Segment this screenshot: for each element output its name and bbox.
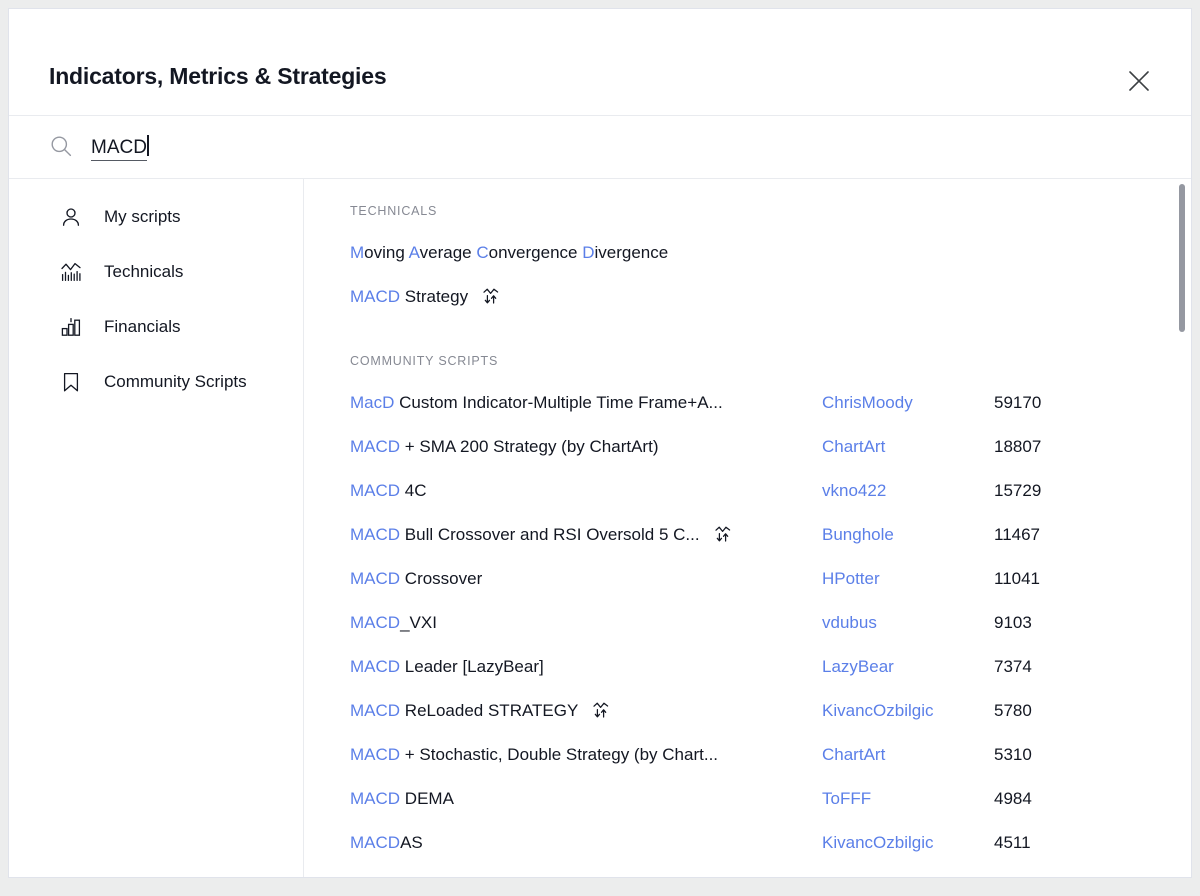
dialog-header: Indicators, Metrics & Strategies [9,9,1191,116]
text-caret [146,135,149,156]
scrollbar-thumb[interactable] [1179,184,1185,332]
list-item-author[interactable]: vdubus [822,613,877,633]
list-item[interactable]: MACD + Stochastic, Double Strategy (by C… [305,733,1191,777]
list-item-count: 5310 [994,745,1032,764]
sidebar-item-label: Technicals [104,262,184,281]
list-item-count: 7374 [994,657,1032,676]
list-item-author[interactable]: HPotter [822,569,880,589]
list-item-title: MACD Strategy [350,287,469,306]
list-item[interactable]: MACD 4C vkno422 15729 [305,469,1191,513]
sidebar-item-financials[interactable]: Financials [9,307,303,347]
list-item-count: 15729 [994,481,1042,500]
sidebar-item-my-scripts[interactable]: My scripts [9,197,303,237]
search-bar[interactable]: MACD [9,116,1191,179]
list-item-author[interactable]: KivancOzbilgic [822,833,934,853]
list-item-author[interactable]: ChrisMoody [822,393,913,413]
list-item[interactable]: Moving Average Convergence Divergence [305,231,1191,275]
list-item[interactable]: MACD ReLoaded STRATEGY KivancOzbilgic 5780 [305,689,1191,733]
list-item-author[interactable]: vkno422 [822,481,886,501]
strategy-icon [714,525,732,543]
list-item-title: MACD + Stochastic, Double Strategy (by C… [350,745,719,764]
list-item-count: 59170 [994,393,1042,412]
search-icon [50,135,72,157]
sidebar-item-label: Community Scripts [104,372,247,391]
list-item-author[interactable]: LazyBear [822,657,894,677]
strategy-icon [482,287,500,305]
list-item[interactable]: MacD Custom Indicator-Multiple Time Fram… [305,381,1191,425]
list-item[interactable]: MACD Strategy [305,275,1191,319]
sidebar-item-label: My scripts [104,207,181,226]
list-item-author[interactable]: ChartArt [822,745,885,765]
list-item-count: 4511 [994,833,1031,852]
list-item-title: Moving Average Convergence Divergence [350,243,669,262]
list-item-title: MACDAS [350,833,423,852]
page-title: Indicators, Metrics & Strategies [49,63,387,89]
bookmark-icon [59,370,83,394]
list-item-title: MACD ReLoaded STRATEGY [350,701,579,720]
list-item-title: MACD Leader [LazyBear] [350,657,544,676]
section-header: TECHNICALS [350,204,438,218]
sidebar-item-technicals[interactable]: Technicals [9,252,303,292]
strategy-icon [592,701,610,719]
list-item[interactable]: MACD DEMA ToFFF 4984 [305,777,1191,821]
list-item-title: MACD_VXI [350,613,437,632]
dialog-body: My scripts Technicals Financials Communi… [9,179,1191,878]
dialog-footer-divider [9,877,1191,878]
technicals-chart-icon [59,260,83,284]
close-icon[interactable] [1119,61,1159,101]
sidebar-item-community-scripts[interactable]: Community Scripts [9,362,303,402]
search-input[interactable]: MACD [91,132,149,161]
list-item-count: 18807 [994,437,1042,456]
list-item[interactable]: MACD + SMA 200 Strategy (by ChartArt) Cha… [305,425,1191,469]
list-item-count: 11467 [994,525,1041,544]
list-item-count: 11041 [994,569,1041,588]
list-item[interactable]: MACD_VXI vdubus 9103 [305,601,1191,645]
list-item-title: MACD Crossover [350,569,483,588]
sidebar-item-label: Financials [104,317,181,336]
scrollbar[interactable] [1179,181,1185,876]
list-item[interactable]: MACDAS KivancOzbilgic 4511 [305,821,1191,865]
list-item-count: 5780 [994,701,1032,720]
list-item-author[interactable]: ChartArt [822,437,885,457]
list-item-count: 9103 [994,613,1032,632]
list-item-title: MACD + SMA 200 Strategy (by ChartArt) [350,437,659,456]
list-item-title: MacD Custom Indicator-Multiple Time Fram… [350,393,723,412]
indicators-dialog: Indicators, Metrics & Strategies MACD My… [8,8,1192,878]
search-input-value: MACD [91,135,147,161]
sidebar: My scripts Technicals Financials Communi… [9,179,304,877]
person-icon [59,205,83,229]
bar-chart-icon [59,315,83,339]
list-item-author[interactable]: ToFFF [822,789,871,809]
list-item[interactable]: MACD Leader [LazyBear] LazyBear 7374 [305,645,1191,689]
results-list: TECHNICALS Moving Average Convergence Div… [305,179,1191,877]
list-item-title: MACD Bull Crossover and RSI Oversold 5 C… [350,525,700,544]
list-item-title: MACD DEMA [350,789,454,808]
list-item-author[interactable]: Bunghole [822,525,894,545]
list-item-title: MACD 4C [350,481,427,500]
list-item-author[interactable]: KivancOzbilgic [822,701,934,721]
list-item[interactable]: MACD Crossover HPotter 11041 [305,557,1191,601]
list-item-count: 4984 [994,789,1032,808]
section-header: COMMUNITY SCRIPTS [350,354,499,368]
list-item[interactable]: MACD Bull Crossover and RSI Oversold 5 C… [305,513,1191,557]
